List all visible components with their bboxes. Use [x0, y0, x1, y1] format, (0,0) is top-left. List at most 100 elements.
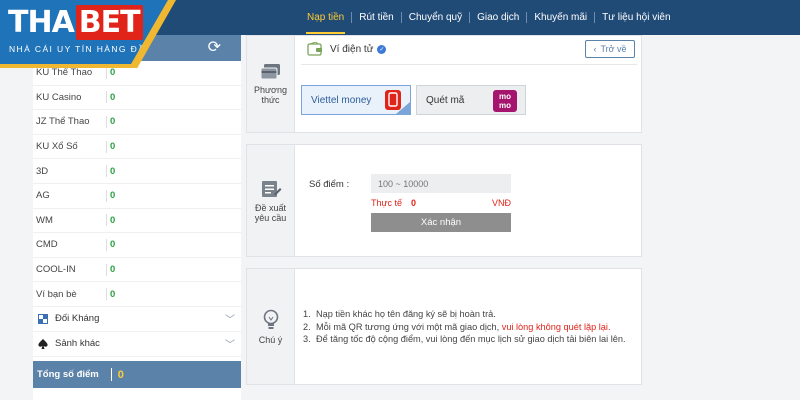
wallet-label: JZ Thể Thao — [36, 116, 90, 128]
versus-icon — [38, 313, 48, 324]
momo-text-top: mo — [499, 92, 511, 101]
row-divider — [106, 214, 107, 227]
payment-method-label-2: thức — [261, 95, 280, 105]
wallet-label: COOL-IN — [36, 264, 76, 276]
notice-text: Để tăng tốc độ cộng điểm, vui lòng đến m… — [316, 334, 626, 344]
logo-tagline: NHÀ CÁI UY TÍN HÀNG ĐẦU — [9, 44, 153, 54]
wallet-value: 0 — [110, 141, 116, 153]
request-label-2: yêu cầu — [254, 212, 287, 223]
expander-label: Sảnh khác — [55, 338, 100, 350]
currency-unit: VNĐ — [491, 198, 511, 208]
refresh-icon[interactable]: ⟳ — [208, 40, 221, 56]
amount-label: Số điểm : — [309, 179, 350, 190]
wallet-value: 0 — [110, 165, 116, 177]
back-label: Trở về — [600, 44, 627, 54]
notice-item: 3. Để tăng tốc độ cộng điểm, vui lòng đến… — [303, 334, 626, 344]
actual-amount-row: Thực tế 0 VNĐ — [371, 198, 511, 208]
row-divider — [106, 66, 107, 79]
wallet-row: 3D 0 — [33, 159, 241, 184]
method-label: Viettel money — [311, 94, 372, 106]
wallet-row: AG 0 — [33, 184, 241, 209]
method-viettel-money[interactable]: Viettel money — [301, 85, 411, 115]
wallet-label: KU Thể Thao — [36, 67, 93, 79]
logo-wordmark: THA BET — [8, 5, 143, 40]
nav-transfer[interactable]: Chuyển quỹ — [402, 12, 471, 23]
nav-member-info[interactable]: Tư liệu hội viên — [595, 12, 677, 23]
nav-promotions[interactable]: Khuyến mãi — [527, 12, 596, 23]
wallet-row: WM 0 — [33, 209, 241, 234]
wallet-row: JZ Thể Thao 0 — [33, 110, 241, 135]
wallet-label: 3D — [36, 165, 49, 177]
wallet-row: KU Xổ Số 0 — [33, 135, 241, 160]
row-divider — [106, 238, 107, 251]
wallet-value: 0 — [110, 264, 116, 276]
total-divider — [110, 368, 112, 381]
wallet-row: KU Casino 0 — [33, 86, 241, 111]
nav-withdraw[interactable]: Rút tiền — [352, 12, 402, 23]
expander-label: Đối Kháng — [55, 313, 100, 325]
amount-input[interactable] — [371, 174, 511, 193]
actual-value: 0 — [411, 198, 417, 208]
payment-method-label-1: Phương — [254, 85, 287, 95]
row-divider — [106, 165, 107, 178]
notice-item: 1. Nạp tiền khác họ tên đăng ký sẽ bị hoà… — [303, 309, 496, 319]
momo-icon: mo mo — [493, 90, 517, 112]
wallet-value: 0 — [110, 67, 116, 79]
verified-icon: ✓ — [377, 44, 387, 54]
row-divider — [106, 140, 107, 153]
chevron-down-icon: ﹀ — [225, 315, 235, 327]
wallet-row: Ví bạn bè 0 — [33, 282, 241, 307]
main-nav: Nạp tiền Rút tiền Chuyển quỹ Giao dịch K… — [300, 0, 678, 35]
notice-text: Nạp tiền khác họ tên đăng ký sẽ bị hoàn … — [316, 309, 496, 319]
actual-label: Thực tế — [371, 198, 403, 208]
logo-bet: BET — [75, 5, 143, 40]
request-form-icon — [261, 180, 281, 197]
wallet-title: Ví điện tử — [330, 43, 374, 55]
notice-tab: Chú ý — [247, 269, 295, 384]
row-divider — [106, 189, 107, 202]
wallet-value: 0 — [110, 91, 116, 103]
wallet-label: KU Xổ Số — [36, 141, 78, 153]
row-divider — [106, 115, 107, 128]
wallet-label: Ví bạn bè — [36, 288, 77, 300]
request-tab: Đề xuất yêu cầu — [247, 145, 295, 256]
chevron-down-icon: ﹀ — [225, 340, 235, 352]
expander-versus[interactable]: Đối Kháng ﹀ — [33, 306, 241, 332]
wallet-value: 0 — [110, 190, 116, 202]
expander-other-lobby[interactable]: Sảnh khác ﹀ — [33, 331, 241, 357]
nav-deposit[interactable]: Nạp tiền — [300, 12, 353, 34]
wallet-value: 0 — [110, 214, 116, 226]
payment-method-section: Phương thức Ví điện tử ✓ ‹ Trở về Viettel… — [246, 35, 642, 133]
row-divider — [106, 263, 107, 276]
wallet-value: 0 — [110, 239, 116, 251]
wallet-row: COOL-IN 0 — [33, 258, 241, 283]
method-qr-scan[interactable]: Quét mã mo mo — [416, 85, 526, 115]
wallet-label: AG — [36, 190, 50, 202]
wallet-icon — [307, 42, 322, 56]
wallet-label: KU Casino — [36, 91, 82, 103]
wallet-label: WM — [36, 214, 53, 226]
confirm-button[interactable]: Xác nhận — [371, 213, 511, 232]
wallet-value: 0 — [110, 288, 116, 300]
notice-label: Chú ý — [258, 334, 283, 345]
wallet-value: 0 — [110, 116, 116, 128]
request-section: Đề xuất yêu cầu Số điểm : Thực tế 0 VNĐ … — [246, 144, 642, 257]
row-divider — [106, 288, 107, 301]
notice-item: 2. Mỗi mã QR tương ứng với một mã giao dị… — [303, 321, 611, 332]
total-points-value: 0 — [117, 368, 124, 381]
total-points-bar: Tổng số điểm 0 — [33, 361, 241, 388]
credit-card-icon — [260, 64, 280, 80]
momo-text-bottom: mo — [499, 101, 511, 110]
wallet-row: CMD 0 — [33, 233, 241, 258]
lightbulb-icon — [263, 309, 278, 329]
back-button[interactable]: ‹ Trở về — [585, 40, 635, 58]
row-divider — [106, 91, 107, 104]
viettel-money-icon — [385, 90, 401, 110]
wallet-label: CMD — [36, 239, 58, 251]
notice-list: 1. Nạp tiền khác họ tên đăng ký sẽ bị hoà… — [303, 308, 626, 346]
nav-transactions[interactable]: Giao dịch — [470, 12, 528, 23]
deposit-panel: Phương thức Ví điện tử ✓ ‹ Trở về Viettel… — [241, 35, 645, 390]
notice-text: Mỗi mã QR tương ứng với một mã giao dịch… — [316, 321, 500, 332]
method-label: Quét mã — [426, 94, 465, 106]
wallet-header: Ví điện tử ✓ — [307, 42, 387, 56]
